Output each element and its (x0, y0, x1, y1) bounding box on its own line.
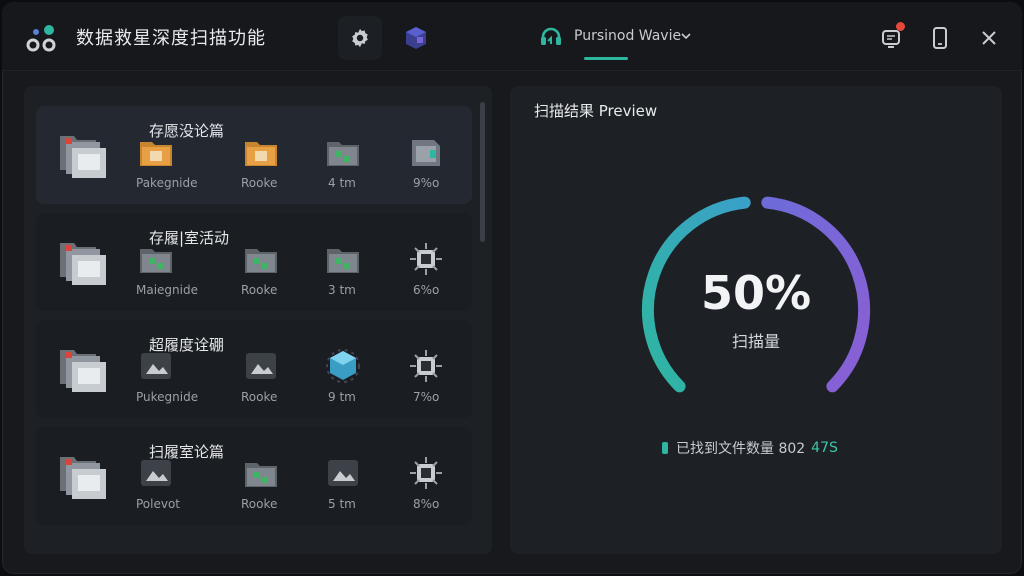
cell-label: Rooke (241, 390, 278, 404)
gear-icon (352, 28, 368, 48)
progress-label: 扫描量 (731, 332, 780, 351)
chip-icon[interactable] (406, 453, 446, 493)
preview-panel: 扫描结果 Preview 50% 扫描量 已找到文件数量 802 47S (510, 86, 1002, 554)
plugin-icon (406, 27, 426, 49)
orange-folder-icon[interactable] (136, 132, 176, 172)
cell-label: 6%o (413, 283, 440, 297)
cell-label: Pukegnide (136, 390, 199, 404)
scan-row[interactable]: 超履度诠硼 Pukegnide Rooke 9 tm 7%o (36, 320, 472, 418)
app-window: 数据救星深度扫描功能 Pursinod Wavie 存愿没论篇 Pakegnid… (2, 2, 1022, 574)
scan-progress-gauge: 50% 扫描量 (628, 182, 884, 438)
cell-label: Maiegnide (136, 283, 198, 297)
settings-button[interactable] (338, 16, 382, 60)
cube-icon[interactable] (323, 346, 363, 386)
cell-label: 9 tm (328, 390, 356, 404)
cell-label: Rooke (241, 176, 278, 190)
cell-label: Polevot (136, 497, 181, 511)
scan-row[interactable]: 存愿没论篇 Pakegnide Rooke 4 tm 9%o (36, 106, 472, 204)
cell-label: Pakegnide (136, 176, 198, 190)
found-files-status: 已找到文件数量 802 47S (662, 438, 838, 458)
refresh-shield-icon (541, 27, 561, 45)
close-button[interactable] (967, 16, 1011, 60)
chip-icon[interactable] (406, 239, 446, 279)
chevron-down-icon[interactable] (680, 30, 692, 42)
orange-folder-icon[interactable] (241, 132, 281, 172)
cell-label: 7%o (413, 390, 440, 404)
notification-button[interactable] (869, 16, 913, 60)
tab-label: Pursinod Wavie (574, 28, 682, 44)
chip-icon[interactable] (406, 346, 446, 386)
gray-folder-icon[interactable] (241, 453, 281, 493)
gray-folder-icon[interactable] (136, 239, 176, 279)
app-title: 数据救星深度扫描功能 (76, 28, 266, 49)
image-icon[interactable] (241, 346, 281, 386)
app-logo-icon (26, 25, 56, 52)
folder-stack-icon (56, 340, 108, 396)
image-icon[interactable] (136, 346, 176, 386)
scan-row[interactable]: 存履|室活动 Maiegnide Rooke 3 tm 6%o (36, 213, 472, 311)
found-files-label: 已找到文件数量 802 (676, 441, 806, 457)
title-bar: 数据救星深度扫描功能 Pursinod Wavie (2, 2, 1022, 71)
folder-stack-icon (56, 233, 108, 289)
notification-badge (896, 22, 905, 31)
gray-folder-icon[interactable] (323, 239, 363, 279)
cell-label: 8%o (413, 497, 440, 511)
progress-percent: 50% (700, 266, 812, 320)
cell-label: Rooke (241, 283, 278, 297)
preview-title: 扫描结果 Preview (534, 102, 658, 120)
folder-stack-icon (56, 126, 108, 182)
cell-label: 5 tm (328, 497, 356, 511)
cell-label: 4 tm (328, 176, 356, 190)
image-icon[interactable] (323, 453, 363, 493)
plugin-button[interactable] (394, 16, 438, 60)
close-icon (982, 31, 996, 45)
cell-label: 3 tm (328, 283, 356, 297)
scan-list-panel: 存愿没论篇 Pakegnide Rooke 4 tm 9%o 存履|室活动 Maiegnid… (24, 86, 492, 554)
device-button[interactable] (918, 16, 962, 60)
scan-row[interactable]: 扫履室论篇 Polevot Rooke 5 tm 8%o (36, 427, 472, 525)
cell-label: Rooke (241, 497, 278, 511)
found-files-value: 47S (811, 440, 838, 456)
cell-label: 9%o (413, 176, 440, 190)
phone-icon (933, 27, 947, 49)
folder-stack-icon (56, 447, 108, 503)
gray-folder-icon[interactable] (241, 239, 281, 279)
image-icon[interactable] (136, 453, 176, 493)
status-dot-icon (662, 442, 668, 454)
tab-active-indicator (584, 57, 628, 60)
green-file-icon[interactable] (406, 132, 446, 172)
gray-folder-icon[interactable] (323, 132, 363, 172)
scrollbar-thumb[interactable] (480, 102, 485, 242)
